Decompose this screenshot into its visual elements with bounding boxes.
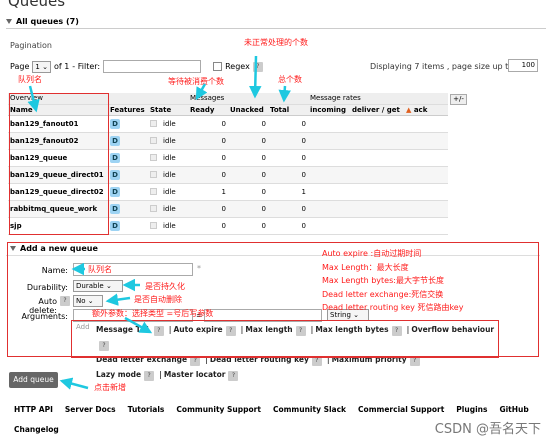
arrow-queue-name-col (27, 85, 40, 113)
arrow-auto-delete (105, 293, 131, 306)
annotation-arrows (27, 55, 291, 390)
arrow-total (278, 85, 291, 103)
arrow-extra-args (124, 316, 153, 334)
arrow-ready (195, 83, 208, 101)
arrow-unacked (249, 55, 262, 99)
arrow-add-queue (59, 377, 89, 390)
